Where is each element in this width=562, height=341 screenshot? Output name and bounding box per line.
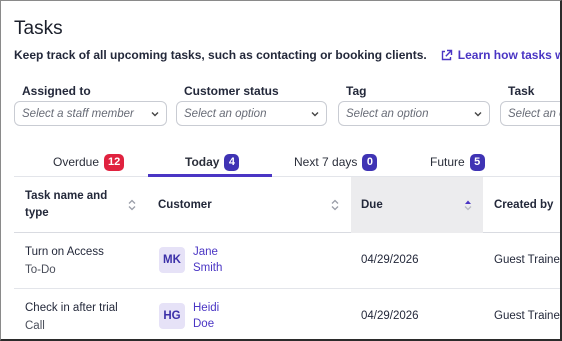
avatar: MK xyxy=(159,247,185,273)
future-count-badge: 5 xyxy=(469,153,485,171)
created-by: Guest Trainer xyxy=(494,310,562,322)
overdue-count-badge: 12 xyxy=(104,153,125,171)
select-placeholder: Select an option xyxy=(184,107,267,120)
column-header-label: Customer xyxy=(158,198,212,211)
table-row[interactable]: Check in after trial Call HG Heidi Doe 0… xyxy=(14,289,562,339)
chevron-down-icon xyxy=(311,112,319,117)
customer-first-name: Jane xyxy=(193,246,218,258)
tasks-table: Task name and type Customer Due Created … xyxy=(14,177,562,339)
customer-status-select[interactable]: Select an option xyxy=(176,101,327,126)
tab-label: Next 7 days xyxy=(294,155,358,169)
subtitle-row: Keep track of all upcoming tasks, such a… xyxy=(14,48,560,62)
task-name[interactable]: Check in after trial xyxy=(25,300,118,317)
table-row[interactable]: Turn on Access To-Do MK Jane Smith 04/29… xyxy=(14,233,562,289)
due-date: 04/29/2026 xyxy=(361,254,419,266)
task-type-select[interactable]: Select an option xyxy=(500,101,560,126)
tab-label: Future xyxy=(430,155,465,169)
sort-icon xyxy=(331,199,339,211)
assigned-to-select[interactable]: Select a staff member xyxy=(14,101,167,126)
column-header-created-by[interactable]: Created by xyxy=(483,177,560,233)
select-placeholder: Select a staff member xyxy=(22,107,134,120)
due-date: 04/29/2026 xyxy=(361,310,419,322)
tab-future[interactable]: Future 5 xyxy=(430,149,485,175)
created-by: Guest Trainer xyxy=(494,254,562,266)
tag-select[interactable]: Select an option xyxy=(338,101,490,126)
next-7-days-count-badge: 0 xyxy=(362,153,378,171)
external-link-icon xyxy=(441,49,452,60)
chevron-down-icon xyxy=(151,112,159,117)
column-header-label: Task name and type xyxy=(25,190,108,219)
customer-first-name: Heidi xyxy=(193,302,220,314)
column-header-customer[interactable]: Customer xyxy=(149,177,351,233)
tab-label: Today xyxy=(185,155,220,169)
task-type: Call xyxy=(25,320,45,332)
customer-last-name: Smith xyxy=(193,262,223,274)
column-header-label: Created by xyxy=(494,198,554,211)
chevron-down-icon xyxy=(474,112,482,117)
column-header-label: Due xyxy=(361,198,383,211)
filter-tag: Tag xyxy=(339,84,366,98)
learn-how-tasks-work-link[interactable]: Learn how tasks work xyxy=(440,48,560,62)
tab-overdue[interactable]: Overdue 12 xyxy=(53,149,125,175)
filter-assigned-to: Assigned to xyxy=(15,84,91,98)
task-type: To-Do xyxy=(25,264,56,276)
tab-label: Overdue xyxy=(53,155,100,169)
page-title: Tasks xyxy=(14,18,63,39)
learn-link-label: Learn how tasks work xyxy=(457,48,560,62)
select-placeholder: Select an option xyxy=(346,107,429,120)
customer-last-name: Doe xyxy=(193,318,215,330)
avatar: HG xyxy=(159,303,185,329)
sort-ascending-icon xyxy=(464,200,472,211)
filter-label: Customer status xyxy=(184,84,279,98)
sort-icon xyxy=(128,199,136,211)
tasks-page: Tasks Keep track of all upcoming tasks, … xyxy=(0,0,562,341)
column-header-task[interactable]: Task name and type xyxy=(14,177,149,233)
today-count-badge: 4 xyxy=(224,153,240,171)
tab-next-7-days[interactable]: Next 7 days 0 xyxy=(294,149,378,175)
page-subtitle: Keep track of all upcoming tasks, such a… xyxy=(14,48,427,62)
customer-name-link[interactable]: Heidi Doe xyxy=(193,300,219,332)
filter-label: Tag xyxy=(346,84,367,98)
column-header-due[interactable]: Due xyxy=(351,177,483,233)
table-header: Task name and type Customer Due Created … xyxy=(14,177,560,233)
task-name[interactable]: Turn on Access xyxy=(25,244,104,261)
tab-today[interactable]: Today 4 xyxy=(185,149,240,175)
filter-label: Assigned to xyxy=(22,84,91,98)
customer-name-link[interactable]: Jane Smith xyxy=(193,244,222,276)
select-placeholder: Select an option xyxy=(508,107,560,120)
filter-customer-status: Customer status xyxy=(177,84,279,98)
